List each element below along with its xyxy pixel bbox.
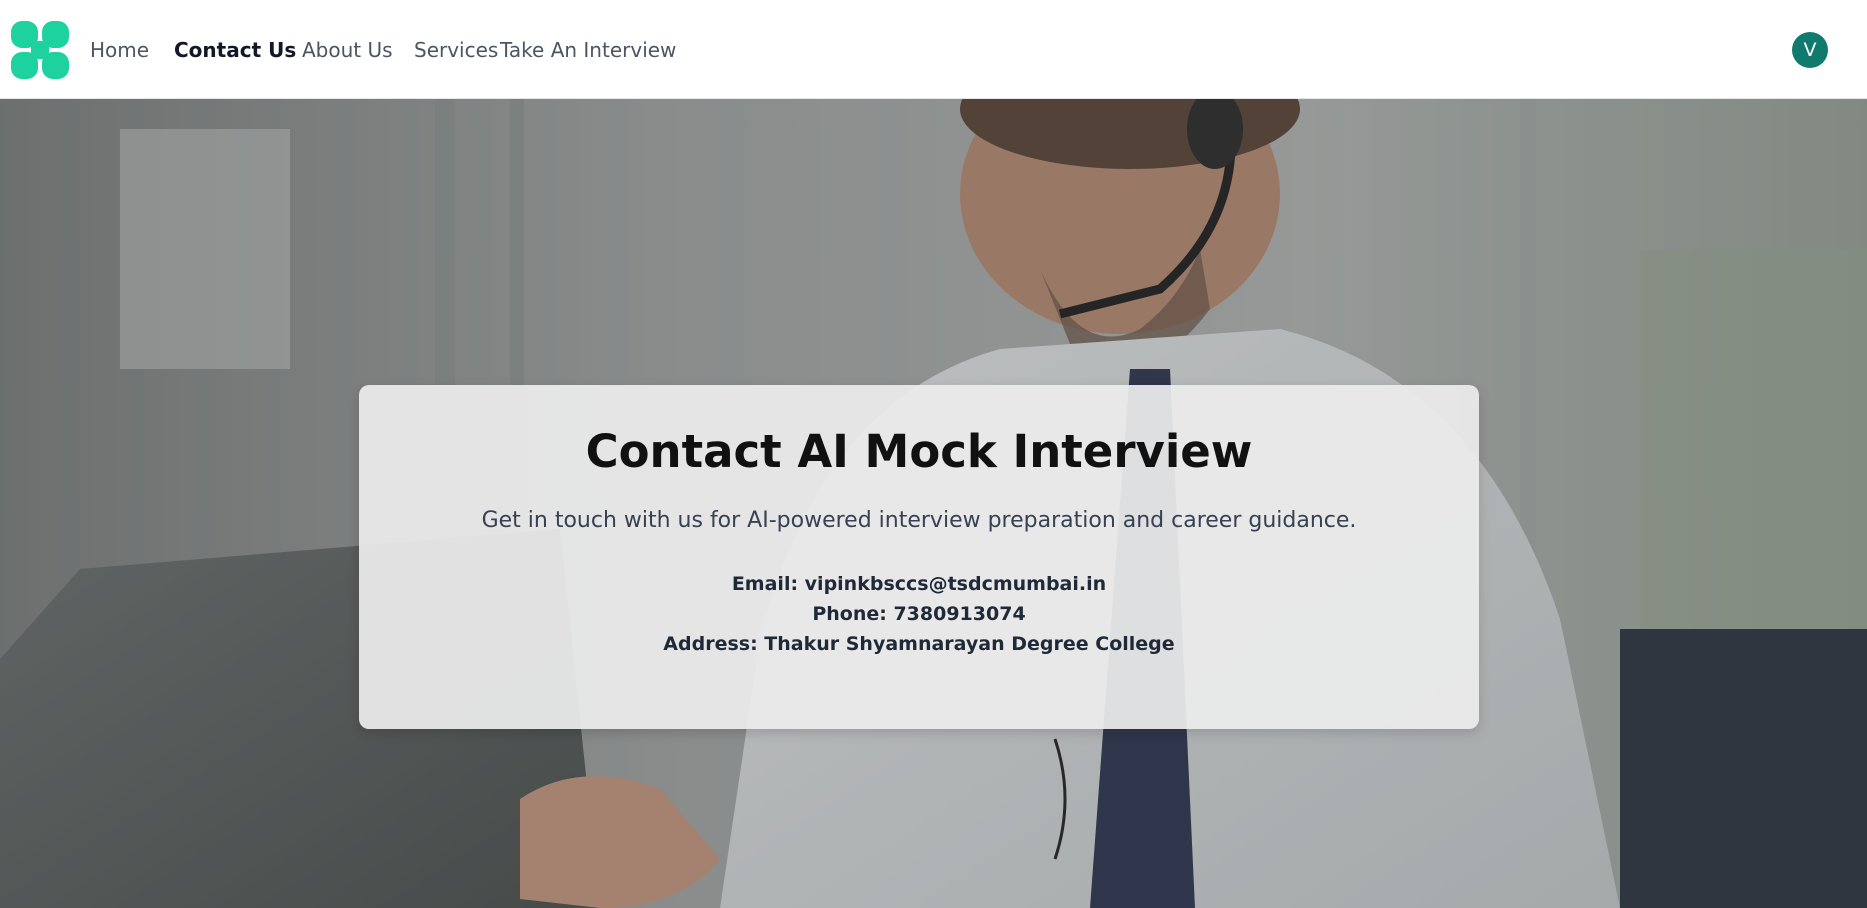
contact-card: Contact AI Mock Interview Get in touch w… — [359, 385, 1479, 729]
page-title: Contact AI Mock Interview — [585, 425, 1253, 478]
contact-address: Address: Thakur Shyamnarayan Degree Coll… — [663, 633, 1175, 655]
nav-link-take-an-interview[interactable]: Take An Interview — [500, 38, 676, 62]
logo-icon[interactable] — [11, 21, 69, 79]
nav-link-home[interactable]: Home — [90, 38, 149, 62]
nav-link-contact-us[interactable]: Contact Us — [174, 38, 296, 62]
contact-phone[interactable]: Phone: 7380913074 — [359, 601, 1479, 627]
card-subtitle: Get in touch with us for AI-powered inte… — [481, 508, 1357, 533]
contact-email[interactable]: Email: vipinkbsccs@tsdcmumbai.in — [359, 571, 1479, 597]
hero-background: Contact AI Mock Interview Get in touch w… — [0, 99, 1867, 908]
nav-link-about-us[interactable]: About Us — [302, 38, 393, 62]
user-avatar[interactable]: V — [1792, 32, 1828, 68]
top-navbar: Home Contact Us About Us Services Take A… — [0, 0, 1867, 99]
nav-link-services[interactable]: Services — [414, 38, 498, 62]
